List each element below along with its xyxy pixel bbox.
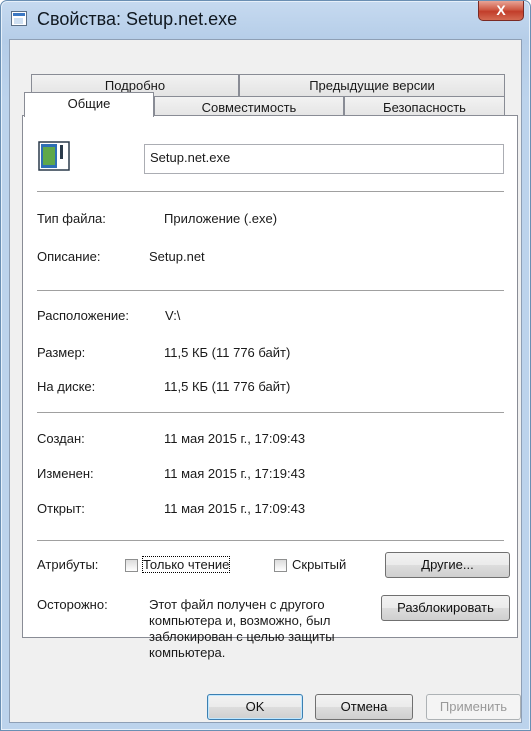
- modified-value: 11 мая 2015 г., 17:19:43: [164, 466, 306, 481]
- file-type-label: Тип файла:: [37, 211, 106, 226]
- attributes-label: Атрибуты:: [37, 557, 99, 572]
- security-label: Осторожно:: [37, 597, 108, 612]
- location-value: V:\: [165, 308, 181, 323]
- warning-line: компьютера и, возможно, был: [149, 613, 331, 628]
- description-label: Описание:: [37, 249, 101, 264]
- size-on-disk-value: 11,5 КБ (11 776 байт): [164, 379, 291, 394]
- title-bar[interactable]: Свойства: Setup.net.exe X: [1, 1, 530, 39]
- separator: [37, 540, 504, 542]
- accessed-value: 11 мая 2015 г., 17:09:43: [164, 501, 306, 516]
- window-title: Свойства: Setup.net.exe: [37, 9, 238, 29]
- modified-label: Изменен:: [37, 466, 94, 481]
- warning-line: компьютера.: [149, 645, 226, 660]
- readonly-checkbox-label[interactable]: Только чтение: [141, 556, 231, 573]
- readonly-checkbox[interactable]: [125, 559, 138, 572]
- ok-button[interactable]: OK: [207, 694, 303, 720]
- created-value: 11 мая 2015 г., 17:09:43: [164, 431, 306, 446]
- tab-previous-versions[interactable]: Предыдущие версии: [239, 74, 505, 96]
- size-value: 11,5 КБ (11 776 байт): [164, 345, 291, 360]
- tab-label: Совместимость: [201, 100, 297, 115]
- hidden-checkbox-label[interactable]: Скрытый: [292, 557, 346, 572]
- security-warning-text: Этот файл получен с другого компьютера и…: [149, 597, 335, 661]
- application-icon: [38, 141, 70, 171]
- warning-line: Этот файл получен с другого: [149, 597, 325, 612]
- unblock-button[interactable]: Разблокировать: [381, 595, 510, 621]
- tab-label: Предыдущие версии: [309, 78, 435, 93]
- window-icon: [11, 11, 27, 26]
- separator: [37, 412, 504, 414]
- advanced-button[interactable]: Другие...: [385, 552, 510, 578]
- accessed-label: Открыт:: [37, 501, 85, 516]
- properties-window: Свойства: Setup.net.exe X Подробно Преды…: [0, 0, 531, 731]
- location-label: Расположение:: [37, 308, 129, 323]
- tab-label: Безопасность: [383, 100, 466, 115]
- separator: [37, 290, 504, 292]
- size-label: Размер:: [37, 345, 86, 360]
- description-value: Setup.net: [149, 249, 205, 264]
- separator: [37, 191, 504, 193]
- warning-line: заблокирован с целью защиты: [149, 629, 335, 644]
- created-label: Создан:: [37, 431, 85, 446]
- file-name-field[interactable]: Setup.net.exe: [144, 144, 504, 174]
- hidden-checkbox[interactable]: [274, 559, 287, 572]
- close-button[interactable]: X: [478, 1, 524, 21]
- size-on-disk-label: На диске:: [37, 379, 96, 394]
- tab-label: Общие: [67, 96, 111, 111]
- tab-label: Подробно: [104, 78, 166, 93]
- cancel-button[interactable]: Отмена: [315, 694, 413, 720]
- file-type-value: Приложение (.exe): [164, 211, 278, 226]
- tab-general[interactable]: Общие: [24, 92, 154, 117]
- close-icon: X: [496, 2, 506, 18]
- apply-button[interactable]: Применить: [426, 694, 521, 720]
